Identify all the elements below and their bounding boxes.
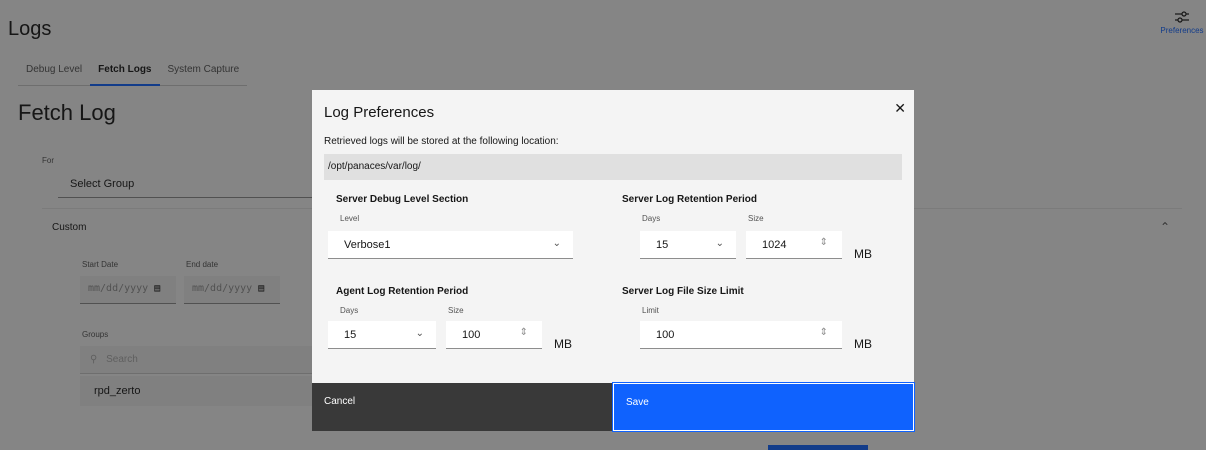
agent-days-value: 15 bbox=[344, 329, 357, 341]
server-size-unit: MB bbox=[854, 247, 872, 261]
modal-description: Retrieved logs will be stored at the fol… bbox=[324, 136, 559, 147]
close-icon[interactable]: ✕ bbox=[894, 100, 906, 117]
agent-size-label: Size bbox=[448, 306, 464, 315]
log-path-field: /opt/panaces/var/log/ bbox=[324, 154, 902, 180]
agent-size-value: 100 bbox=[462, 329, 481, 341]
chevron-down-icon: ⌄ bbox=[552, 238, 561, 249]
stepper-icon[interactable]: ⇕ bbox=[820, 237, 828, 248]
agent-retention-title: Agent Log Retention Period bbox=[336, 286, 469, 297]
debug-level-select[interactable]: Verbose1 ⌄ bbox=[328, 231, 573, 259]
server-size-label: Size bbox=[748, 214, 764, 223]
level-label: Level bbox=[340, 214, 360, 223]
debug-level-value: Verbose1 bbox=[344, 239, 391, 251]
file-size-limit-input[interactable]: 100 ⇕ bbox=[640, 321, 842, 349]
server-retention-title: Server Log Retention Period bbox=[622, 194, 758, 205]
chevron-down-icon: ⌄ bbox=[415, 328, 424, 339]
file-size-limit-value: 100 bbox=[656, 329, 675, 341]
server-file-limit-title: Server Log File Size Limit bbox=[622, 286, 744, 297]
save-button[interactable]: Save bbox=[612, 382, 915, 432]
server-size-input[interactable]: 1024 ⇕ bbox=[746, 231, 842, 259]
server-days-select[interactable]: 15 ⌄ bbox=[640, 231, 736, 259]
chevron-down-icon: ⌄ bbox=[715, 238, 724, 249]
stepper-icon[interactable]: ⇕ bbox=[820, 327, 828, 338]
agent-size-input[interactable]: 100 ⇕ bbox=[446, 321, 542, 349]
cancel-button[interactable]: Cancel bbox=[312, 383, 613, 431]
limit-label: Limit bbox=[642, 306, 659, 315]
server-days-label: Days bbox=[642, 214, 661, 223]
file-size-limit-unit: MB bbox=[854, 337, 872, 351]
stepper-icon[interactable]: ⇕ bbox=[520, 327, 528, 338]
agent-days-select[interactable]: 15 ⌄ bbox=[328, 321, 436, 349]
server-size-value: 1024 bbox=[762, 239, 787, 251]
agent-size-unit: MB bbox=[554, 337, 572, 351]
server-days-value: 15 bbox=[656, 239, 669, 251]
modal-title: Log Preferences bbox=[324, 104, 435, 121]
server-debug-title: Server Debug Level Section bbox=[336, 194, 469, 205]
agent-days-label: Days bbox=[340, 306, 359, 315]
log-preferences-modal: Log Preferences ✕ Retrieved logs will be… bbox=[312, 90, 915, 432]
